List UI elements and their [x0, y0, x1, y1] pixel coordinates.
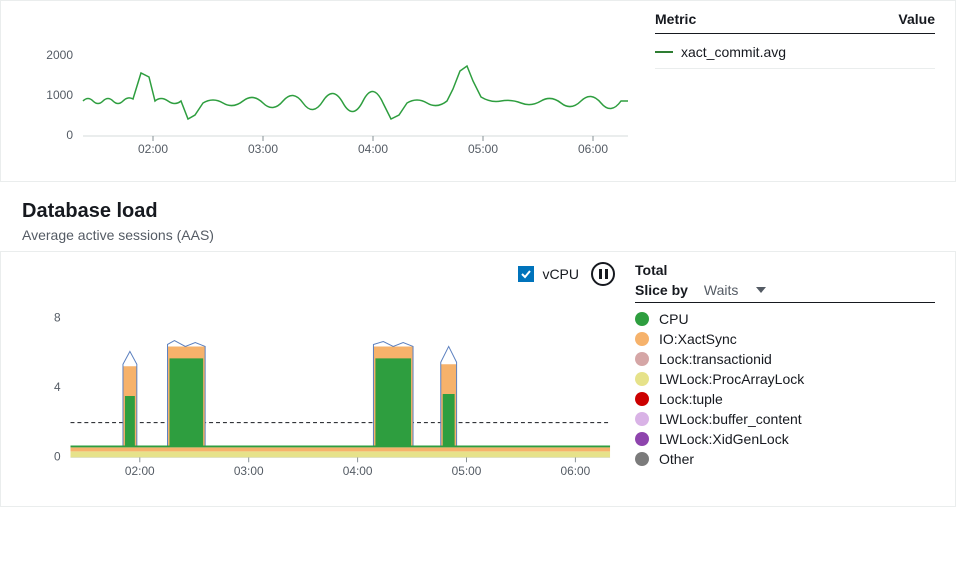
pause-icon	[599, 269, 608, 279]
pause-button[interactable]	[591, 262, 615, 286]
spike-4	[441, 346, 457, 445]
legend-item[interactable]: Other	[635, 451, 935, 467]
dbload-title: Database load	[22, 200, 934, 223]
legend-list: CPU IO:XactSync Lock:transactionid LWLoc…	[635, 311, 935, 467]
legend-total: Total	[635, 262, 935, 278]
value-col-header: Value	[898, 11, 935, 27]
svg-text:03:00: 03:00	[248, 142, 278, 156]
checkbox-icon	[518, 266, 534, 282]
legend-item[interactable]: LWLock:XidGenLock	[635, 431, 935, 447]
metric-table-header: Metric Value	[655, 11, 935, 34]
svg-text:8: 8	[54, 311, 61, 325]
svg-text:1000: 1000	[46, 88, 73, 102]
area-baseline-io	[71, 447, 611, 451]
swatch-icon	[635, 432, 649, 446]
swatch-icon	[635, 372, 649, 386]
legend-item[interactable]: LWLock:ProcArrayLock	[635, 371, 935, 387]
slice-by-row: Slice by Waits	[635, 282, 935, 303]
svg-text:0: 0	[54, 449, 61, 463]
legend-item[interactable]: Lock:tuple	[635, 391, 935, 407]
swatch-icon	[635, 332, 649, 346]
dbload-subtitle: Average active sessions (AAS)	[22, 227, 934, 243]
commits-panel: Commits /s 0 1000 2000 02:00 03:00 04:00…	[0, 0, 956, 182]
dbload-svg: Sessions 0 4 8 02:00 03:00 04:00	[21, 296, 615, 486]
dbload-chart: vCPU Sessions 0 4 8	[21, 262, 615, 486]
area-baseline-cpu	[71, 445, 611, 447]
svg-text:05:00: 05:00	[468, 142, 498, 156]
commits-chart: Commits /s 0 1000 2000 02:00 03:00 04:00…	[21, 11, 645, 161]
commits-x-axis: 02:00 03:00 04:00 05:00 06:00	[138, 136, 608, 156]
line-swatch	[655, 51, 673, 53]
dbload-topbar: vCPU	[21, 262, 615, 286]
area-baseline-other	[71, 451, 611, 457]
vcpu-toggle[interactable]: vCPU	[518, 266, 579, 282]
svg-text:2000: 2000	[46, 48, 73, 62]
metric-table: Metric Value xact_commit.avg	[655, 11, 935, 161]
metric-series-name: xact_commit.avg	[681, 44, 786, 60]
swatch-icon	[635, 412, 649, 426]
commits-y-axis: 0 1000 2000	[46, 48, 73, 142]
dbload-header: Database load Average active sessions (A…	[0, 182, 956, 251]
metric-col-header: Metric	[655, 11, 696, 27]
dbload-y-axis: 0 4 8	[54, 311, 61, 464]
dbload-x-axis: 02:00 03:00 04:00 05:00 06:00	[125, 457, 591, 478]
svg-text:4: 4	[54, 380, 61, 394]
dbload-legend: Total Slice by Waits CPU IO:XactSync Loc…	[635, 262, 935, 486]
spike-2	[168, 341, 206, 446]
metric-row[interactable]: xact_commit.avg	[655, 44, 935, 69]
svg-text:05:00: 05:00	[452, 464, 482, 478]
commits-svg: Commits /s 0 1000 2000 02:00 03:00 04:00…	[21, 11, 645, 161]
slice-by-label: Slice by	[635, 282, 688, 298]
commits-line	[83, 66, 628, 119]
swatch-icon	[635, 352, 649, 366]
svg-text:04:00: 04:00	[343, 464, 373, 478]
swatch-icon	[635, 452, 649, 466]
slice-by-value: Waits	[704, 282, 738, 298]
legend-item[interactable]: IO:XactSync	[635, 331, 935, 347]
swatch-icon	[635, 392, 649, 406]
svg-text:06:00: 06:00	[578, 142, 608, 156]
vcpu-label: vCPU	[542, 266, 579, 282]
svg-text:02:00: 02:00	[125, 464, 155, 478]
spike-1	[123, 351, 137, 445]
svg-text:0: 0	[66, 128, 73, 142]
spike-3	[373, 342, 413, 446]
chevron-down-icon	[756, 287, 766, 293]
legend-item[interactable]: Lock:transactionid	[635, 351, 935, 367]
svg-text:06:00: 06:00	[561, 464, 591, 478]
legend-item[interactable]: CPU	[635, 311, 935, 327]
dbload-panel: vCPU Sessions 0 4 8	[0, 251, 956, 507]
commits-row: Commits /s 0 1000 2000 02:00 03:00 04:00…	[21, 11, 935, 161]
legend-item[interactable]: LWLock:buffer_content	[635, 411, 935, 427]
svg-text:03:00: 03:00	[234, 464, 264, 478]
slice-by-dropdown[interactable]: Waits	[704, 282, 766, 298]
svg-text:02:00: 02:00	[138, 142, 168, 156]
svg-text:04:00: 04:00	[358, 142, 388, 156]
swatch-icon	[635, 312, 649, 326]
